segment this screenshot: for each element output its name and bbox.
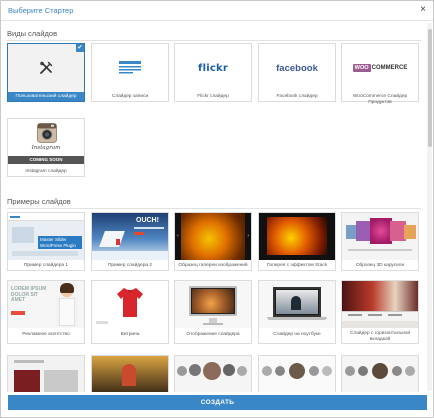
slide-type-instagram-label: Instagram слайдер — [25, 169, 67, 174]
example-stack-gallery[interactable]: Галерея с эффектом Stack — [258, 212, 336, 271]
slide-type-custom-thumb — [8, 44, 84, 92]
slide-types-divider — [7, 40, 421, 41]
example-horizontal-tab-label: Слайдер с горизонтальной вкладкой — [349, 331, 411, 342]
example-3d-carousel[interactable]: Образец 3D карусели — [341, 212, 419, 271]
dialog-titlebar: Выберите Стартер × — [1, 1, 433, 21]
slide-type-posts-label: Слайдер записи — [111, 94, 149, 99]
example-laptop-slider[interactable]: Слайдер на ноутбуке — [258, 280, 336, 344]
example-1-badge: Master Slider WordPress Plugin — [38, 236, 82, 249]
facebook-logo: facebook — [276, 62, 318, 74]
slide-type-flickr-label: Flickr слайдер — [197, 94, 229, 99]
example-6-lines: LOREM IPSUM DOLOR SIT AMET — [11, 286, 47, 303]
scrollbar-thumb[interactable] — [428, 29, 432, 147]
slide-type-custom-label: Пользовательский слайдер — [15, 94, 77, 99]
example-row3-5[interactable] — [341, 355, 419, 392]
example-slider-1-label: Пример слайдера 1 — [23, 263, 69, 268]
slide-type-posts[interactable]: Слайдер записи — [91, 43, 169, 102]
example-slider-2-label: Пример слайдера 2 — [107, 263, 153, 268]
example-row3-1[interactable] — [7, 355, 85, 392]
example-gallery[interactable]: ‹ › Образец галереи изображений — [174, 212, 252, 271]
example-ad-agency-label: Рекламное агентство — [22, 332, 70, 337]
example-2-word: OUCH! — [136, 217, 159, 224]
example-showcase-label: Витрина — [120, 332, 140, 337]
dialog-body: Виды слайдов ✔ Пользовательский слайдер — [1, 22, 427, 392]
example-row3-3[interactable] — [174, 355, 252, 392]
instagram-logo: Instagram — [31, 145, 61, 151]
slide-type-facebook-label: Facebook слайдер — [276, 94, 318, 99]
example-horizontal-tab[interactable]: Слайдер с горизонтальной вкладкой — [341, 280, 419, 344]
example-ad-agency[interactable]: LOREM IPSUM DOLOR SIT AMET Рекламное аге… — [7, 280, 85, 344]
slide-type-flickr[interactable]: flickr Flickr слайдер — [174, 43, 252, 102]
example-stack-gallery-label: Галерея с эффектом Stack — [266, 263, 328, 268]
example-gallery-label: Образец галереи изображений — [178, 263, 248, 268]
examples-heading: Примеры слайдов — [7, 197, 71, 206]
flickr-logo: flickr — [198, 62, 228, 74]
list-icon — [92, 44, 168, 92]
example-laptop-slider-label: Слайдер на ноутбуке — [273, 332, 321, 337]
slide-type-facebook[interactable]: facebook Facebook слайдер — [258, 43, 336, 102]
example-slider-1[interactable]: Master Slider WordPress Plugin Пример сл… — [7, 212, 85, 271]
slide-type-woocommerce[interactable]: WOO COMMERCE WooCommerce Слайдер Продукт… — [341, 43, 419, 105]
example-3d-carousel-label: Образец 3D карусели — [355, 263, 405, 268]
example-display-slider[interactable]: Отображение слайдера — [174, 280, 252, 344]
example-display-slider-label: Отображение слайдера — [186, 332, 240, 337]
example-slider-2[interactable]: OUCH! Пример слайдера 2 — [91, 212, 169, 271]
slide-type-woocommerce-label: WooCommerce Слайдер Продуктов — [352, 94, 408, 105]
coming-soon-badge: COMING SOON — [8, 156, 84, 164]
starter-dialog: Выберите Стартер × Виды слайдов ✔ Пользо… — [0, 0, 434, 418]
woocommerce-logo: WOO COMMERCE — [352, 64, 408, 72]
selected-check-icon: ✔ — [76, 44, 84, 52]
tools-icon — [8, 44, 84, 92]
slide-type-posts-thumb — [92, 44, 168, 92]
example-row3-2[interactable] — [91, 355, 169, 392]
slide-types-heading: Виды слайдов — [7, 29, 58, 38]
close-icon[interactable]: × — [420, 4, 426, 16]
create-button[interactable]: СОЗДАТЬ — [8, 395, 427, 410]
examples-divider — [7, 208, 421, 209]
dialog-title: Выберите Стартер — [8, 6, 74, 15]
slide-type-instagram[interactable]: Instagram COMING SOON Instagram слайдер — [7, 118, 85, 177]
slide-type-custom[interactable]: ✔ Пользовательский слайдер — [7, 43, 85, 102]
example-showcase[interactable]: Витрина — [91, 280, 169, 344]
example-row3-4[interactable] — [258, 355, 336, 392]
